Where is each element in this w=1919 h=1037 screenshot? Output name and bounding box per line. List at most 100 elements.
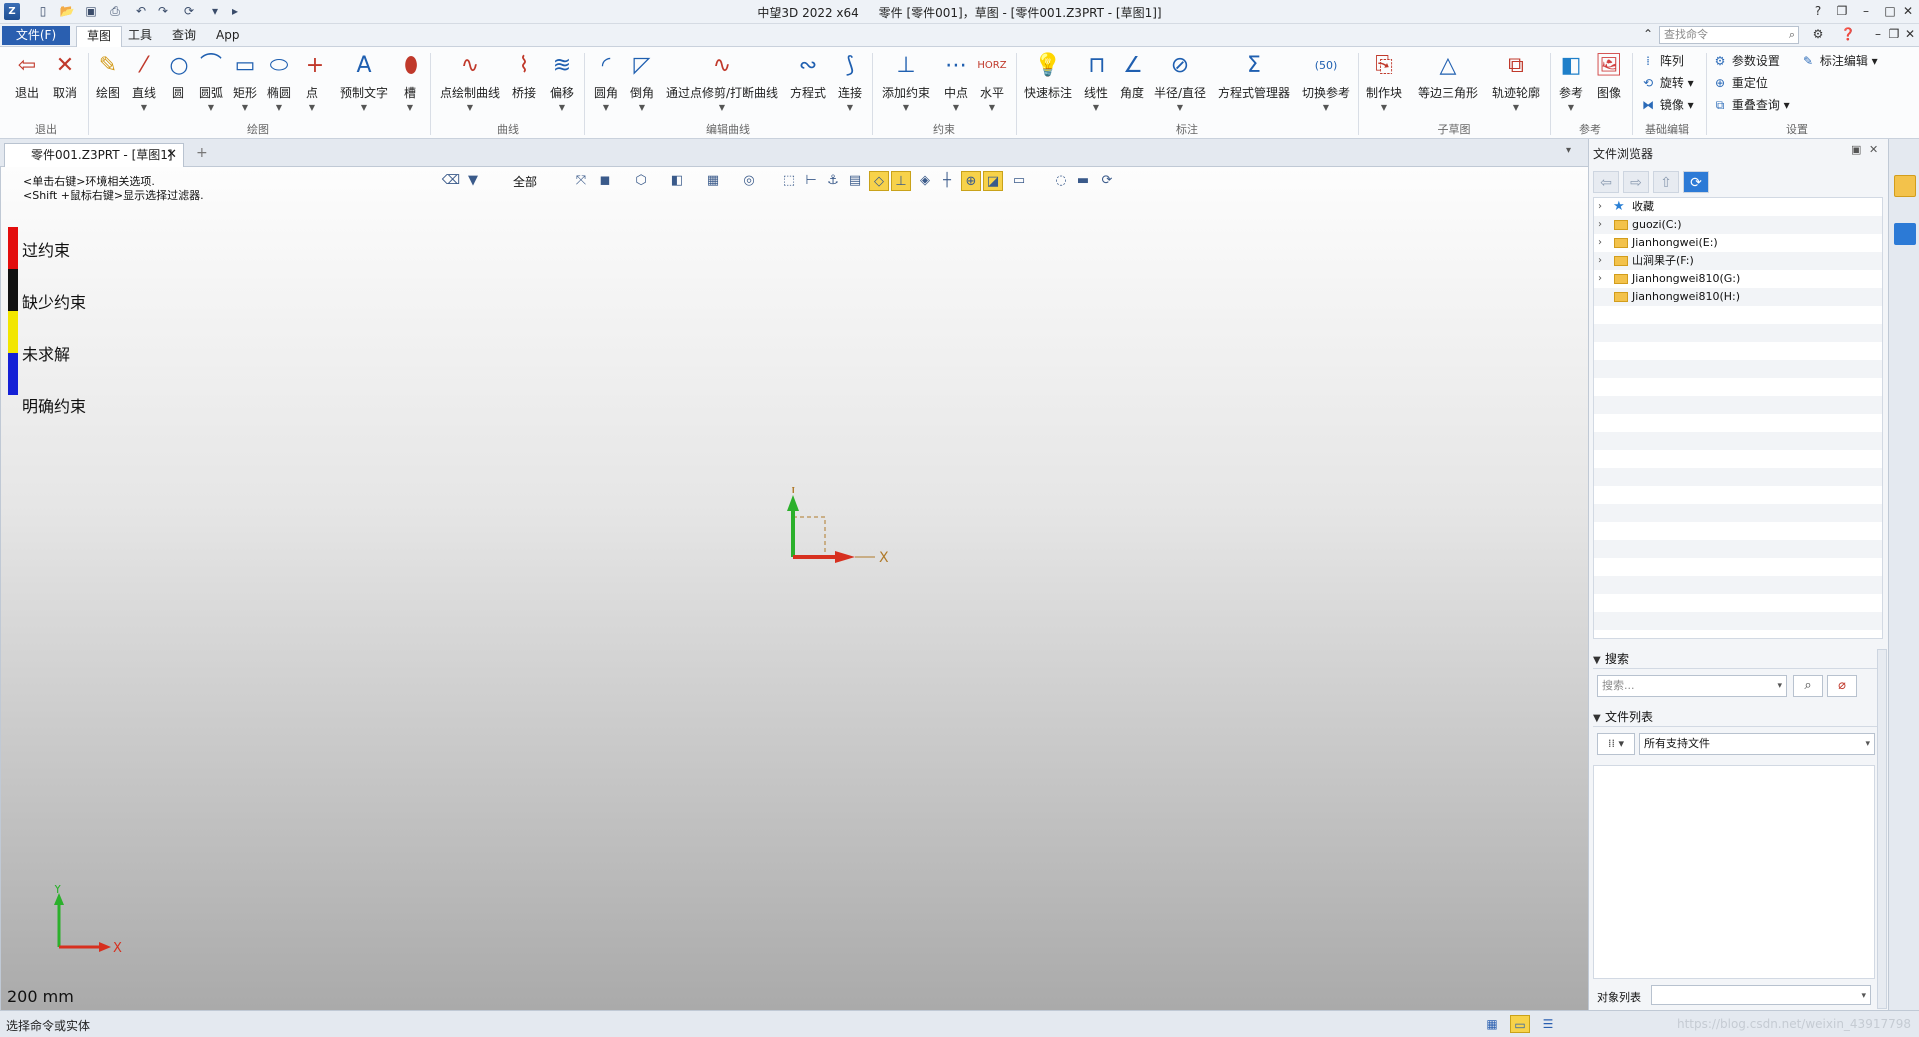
chevron-down-icon[interactable]: ▼ <box>300 103 324 112</box>
collapse-ribbon-icon[interactable]: ⌃ <box>1636 25 1660 43</box>
equation-button[interactable]: ∾ 方程式 <box>788 51 828 125</box>
chevron-down-icon[interactable]: ▾ <box>1861 986 1866 1006</box>
doc-close-button[interactable]: ✕ <box>1898 25 1919 43</box>
chevron-down-icon[interactable]: ▼ <box>1300 103 1352 112</box>
mirror-button[interactable]: ⧓ 镜像 ▾ <box>1640 95 1694 115</box>
chamfer-button[interactable]: ◸ 倒角 ▼ <box>626 51 658 125</box>
chevron-down-icon[interactable]: ▼ <box>338 103 390 112</box>
add-constraint-button[interactable]: ⊥ 添加约束 ▼ <box>880 51 932 125</box>
connect-button[interactable]: ⟆ 连接 ▼ <box>834 51 866 125</box>
selection-filter-value[interactable]: 全部 <box>513 173 537 190</box>
exit-sketch-button[interactable]: ⇦ 退出 <box>10 51 44 125</box>
chevron-down-icon[interactable]: ▼ <box>1488 103 1544 112</box>
chevron-down-icon[interactable]: ▾ <box>1872 54 1878 68</box>
minimize-button[interactable]: – <box>1854 2 1878 20</box>
array-button[interactable]: ⁞ 阵列 <box>1640 51 1684 71</box>
panel-float-icon[interactable]: ▣ <box>1851 143 1861 156</box>
eraser-icon[interactable]: ⌫ <box>441 171 461 191</box>
clear-search-button[interactable]: ⌀ <box>1827 675 1857 697</box>
document-tab[interactable]: 零件001.Z3PRT - [草图1] ✕ <box>4 143 184 167</box>
tree-item-drive-f[interactable]: › 山涧果子(F:) <box>1594 252 1882 270</box>
chevron-down-icon[interactable]: ▼ <box>664 103 780 112</box>
chevron-down-icon[interactable]: ▾ <box>1865 734 1870 754</box>
file-browser-dock-icon[interactable] <box>1894 175 1916 197</box>
linear-dimension-button[interactable]: ⊓ 线性 ▼ <box>1082 51 1110 125</box>
restore-small-icon[interactable]: ❐ <box>1830 2 1854 20</box>
line-weight-icon[interactable]: ▬ <box>1073 171 1093 191</box>
point-button[interactable]: + 点 ▼ <box>300 51 324 125</box>
expand-arrow-icon[interactable]: › <box>1598 270 1602 288</box>
collapse-triangle-icon[interactable]: ▼ <box>1593 709 1605 729</box>
command-search-input[interactable]: 查找命令 ⌕ <box>1659 26 1799 44</box>
panel-scrollbar[interactable] <box>1877 649 1887 1009</box>
chevron-down-icon[interactable]: ▼ <box>834 103 866 112</box>
slot-button[interactable]: ⬮ 槽 ▼ <box>396 51 424 125</box>
track-profile-button[interactable]: ⧉ 轨迹轮廓 ▼ <box>1488 51 1544 125</box>
chevron-down-icon[interactable]: ▼ <box>1364 103 1404 112</box>
forward-arrow-icon[interactable]: ⇨ <box>1623 171 1649 193</box>
tab-query[interactable]: 查询 <box>162 26 206 47</box>
radius-diameter-button[interactable]: ⊘ 半径/直径 ▼ <box>1152 51 1208 125</box>
chevron-down-icon[interactable]: ▼ <box>1082 103 1110 112</box>
list-view-icon[interactable]: ☰ <box>1538 1015 1558 1033</box>
back-arrow-icon[interactable]: ⇦ <box>1593 171 1619 193</box>
history-dock-icon[interactable] <box>1894 223 1916 245</box>
sync-icon[interactable]: ⟳ <box>1097 171 1117 191</box>
chevron-down-icon[interactable]: ▼ <box>880 103 932 112</box>
new-tab-icon[interactable]: + <box>196 145 208 161</box>
search-section-header[interactable]: ▼ 搜索 <box>1593 649 1883 669</box>
chevron-down-icon[interactable]: ▼ <box>230 103 260 112</box>
horizontal-button[interactable]: HORZ 水平 ▼ <box>976 51 1008 125</box>
crosshair-icon[interactable]: ┼ <box>937 171 957 191</box>
image-button[interactable]: 🖼 图像 <box>1592 51 1626 125</box>
dotted-circle-icon[interactable]: ◌ <box>1051 171 1071 191</box>
expand-arrow-icon[interactable]: › <box>1598 216 1602 234</box>
file-list[interactable] <box>1593 765 1875 979</box>
equation-manager-button[interactable]: Σ 方程式管理器 <box>1216 51 1292 125</box>
display-mode-icon[interactable]: ◎ <box>739 171 759 191</box>
equilateral-triangle-button[interactable]: △ 等边三角形 <box>1416 51 1480 125</box>
tab-app[interactable]: App <box>206 26 249 47</box>
parameter-settings-button[interactable]: ⚙ 参数设置 <box>1712 51 1780 71</box>
chevron-down-icon[interactable]: ▼ <box>626 103 658 112</box>
offset-button[interactable]: ≋ 偏移 ▼ <box>546 51 578 125</box>
bridge-button[interactable]: ⌇ 桥接 <box>508 51 540 125</box>
chevron-down-icon[interactable]: ▾ <box>1688 98 1694 112</box>
chevron-down-icon[interactable]: ▼ <box>264 103 294 112</box>
tab-tools[interactable]: 工具 <box>118 26 162 47</box>
chevron-down-icon[interactable]: ▼ <box>396 103 424 112</box>
target-icon[interactable]: ⊕ <box>961 171 981 191</box>
sketch-viewport[interactable]: <单击右键>环境相关选项. <Shift +鼠标右键>显示选择过滤器. ⌫ ▼ … <box>0 167 1588 1010</box>
chevron-down-icon[interactable]: ▼ <box>590 103 622 112</box>
toggle-reference-button[interactable]: (50) 切换参考 ▼ <box>1300 51 1352 125</box>
search-icon[interactable]: ⌕ <box>1789 27 1795 43</box>
calculator-icon[interactable]: ▦ <box>1482 1015 1502 1033</box>
file-menu-button[interactable]: 文件(F) <box>2 26 70 45</box>
angle-dimension-button[interactable]: ∠ 角度 <box>1118 51 1146 125</box>
tree-item-drive-g[interactable]: › Jianhongwei810(G:) <box>1594 270 1882 288</box>
expand-arrow-icon[interactable]: › <box>1598 252 1602 270</box>
browser-search-input[interactable]: 搜索... ▾ <box>1597 675 1787 697</box>
layer-icon[interactable]: ▤ <box>845 171 865 191</box>
wireframe-cube-icon[interactable]: ⬡ <box>631 171 651 191</box>
rotate-button[interactable]: ⟲ 旋转 ▾ <box>1640 73 1694 93</box>
up-arrow-icon[interactable]: ⇧ <box>1653 171 1679 193</box>
anchor-icon[interactable]: ⚓ <box>823 171 843 191</box>
chevron-down-icon[interactable]: ▼ <box>196 103 226 112</box>
quick-dimension-button[interactable]: 💡 快速标注 <box>1022 51 1074 125</box>
overlap-query-button[interactable]: ⧉ 重叠查询 ▾ <box>1712 95 1790 115</box>
tab-sketch[interactable]: 草图 <box>76 26 123 47</box>
settings-gear-icon[interactable]: ⚙ <box>1806 25 1830 43</box>
file-type-filter-select[interactable]: 所有支持文件 ▾ <box>1639 733 1875 755</box>
arc-button[interactable]: ⌒ 圆弧 ▼ <box>196 51 226 125</box>
tree-item-drive-h[interactable]: Jianhongwei810(H:) <box>1594 288 1882 306</box>
shaded-cube-icon[interactable]: ◼ <box>595 171 615 191</box>
preset-text-button[interactable]: A 预制文字 ▼ <box>338 51 390 125</box>
tree-item-drive-e[interactable]: › Jianhongwei(E:) <box>1594 234 1882 252</box>
constraint-display-icon[interactable]: ◇ <box>869 171 889 191</box>
expand-arrow-icon[interactable]: › <box>1598 198 1602 216</box>
cancel-button[interactable]: ✕ 取消 <box>48 51 82 125</box>
tab-list-dropdown-icon[interactable]: ▾ <box>1566 145 1571 156</box>
dimension-edit-button[interactable]: ✎ 标注编辑 ▾ <box>1800 51 1878 71</box>
filter-icon[interactable]: ▼ <box>463 171 483 191</box>
